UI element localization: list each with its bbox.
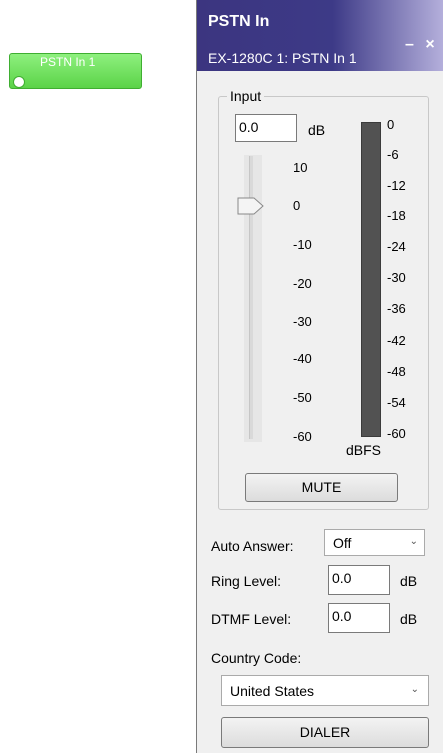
dtmf-level-unit: dB: [400, 611, 418, 627]
chevron-down-icon: ⌄: [409, 536, 418, 547]
fader-scale-label: -30: [293, 314, 312, 329]
block-label: PSTN In 1: [40, 55, 96, 69]
input-gain-unit: dB: [308, 122, 326, 138]
input-gain-field[interactable]: 0.0: [235, 114, 297, 142]
meter-scale-label: 0: [387, 117, 395, 132]
meter-unit-label: dBFS: [346, 442, 382, 458]
meter-scale-label: -18: [387, 208, 406, 223]
fader-scale-label: -20: [293, 276, 312, 291]
mute-button[interactable]: MUTE: [245, 473, 398, 502]
meter-scale-label: -54: [387, 395, 406, 410]
auto-answer-label: Auto Answer:: [211, 538, 294, 554]
level-meter: [361, 122, 381, 437]
chevron-down-icon: ⌄: [410, 684, 419, 695]
fader-scale-label: -50: [293, 390, 312, 405]
pstn-in-block[interactable]: PSTN In 1: [9, 53, 142, 89]
gain-fader-thumb[interactable]: [237, 196, 265, 216]
dialer-button[interactable]: DIALER: [221, 717, 429, 748]
meter-scale-label: -36: [387, 301, 406, 316]
meter-scale-label: -42: [387, 333, 406, 348]
country-code-label: Country Code:: [211, 650, 302, 666]
ring-level-unit: dB: [400, 573, 418, 589]
dtmf-level-label: DTMF Level:: [211, 611, 292, 627]
fader-scale-label: -10: [293, 237, 312, 252]
input-group-label: Input: [227, 88, 265, 104]
meter-scale-label: -12: [387, 178, 406, 193]
window-subtitle: EX-1280C 1: PSTN In 1: [208, 50, 357, 66]
meter-scale-label: -24: [387, 239, 406, 254]
meter-scale-label: -6: [387, 147, 399, 162]
meter-scale-label: -60: [387, 426, 406, 441]
window-title: PSTN In: [208, 13, 270, 30]
auto-answer-select[interactable]: Off ⌄: [324, 529, 425, 556]
title-bar[interactable]: PSTN In EX-1280C 1: PSTN In 1 – ×: [197, 0, 443, 71]
ring-level-field[interactable]: 0.0: [328, 565, 390, 595]
minimize-button[interactable]: –: [400, 37, 419, 53]
auto-answer-value: Off: [333, 535, 352, 551]
country-code-value: United States: [230, 683, 315, 699]
fader-scale-label: -60: [293, 429, 312, 444]
ring-level-label: Ring Level:: [211, 573, 282, 589]
meter-scale-label: -48: [387, 364, 406, 379]
fader-scale-label: 10: [293, 160, 308, 175]
dtmf-level-field[interactable]: 0.0: [328, 603, 390, 633]
country-code-select[interactable]: United States ⌄: [221, 675, 429, 706]
pstn-in-panel: PSTN In EX-1280C 1: PSTN In 1 – × Input …: [196, 0, 443, 753]
fader-scale-label: 0: [293, 198, 301, 213]
block-input-port[interactable]: [13, 76, 25, 88]
meter-scale-label: -30: [387, 270, 406, 285]
close-button[interactable]: ×: [421, 37, 439, 53]
fader-scale-label: -40: [293, 351, 312, 366]
